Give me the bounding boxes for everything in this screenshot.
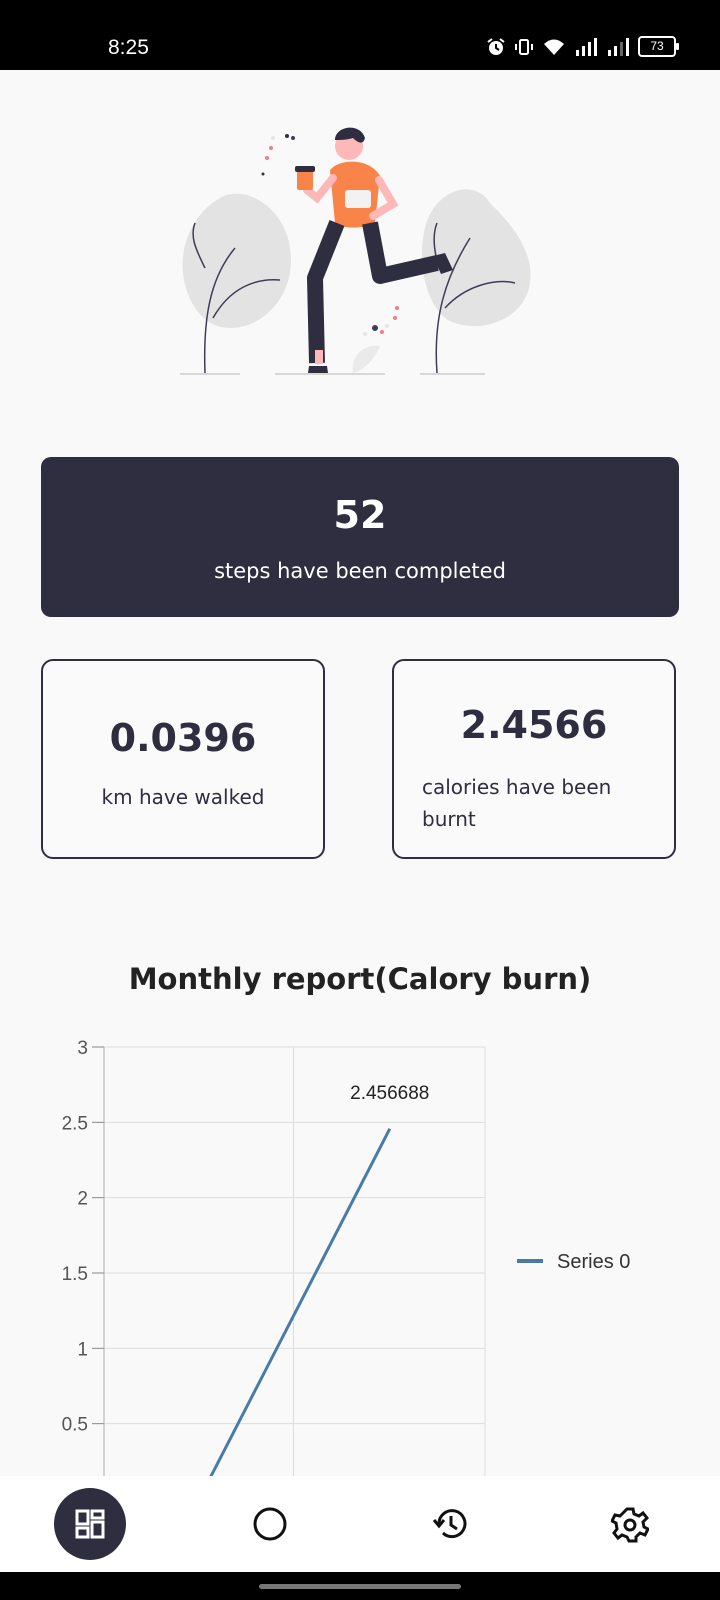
y-tick-label: 0.5: [62, 1415, 88, 1436]
status-bar: 8:25 73: [0, 0, 720, 70]
distance-card: 0.0396 km have walked: [41, 659, 325, 859]
y-tick-label: 3: [77, 1038, 88, 1059]
alarm-icon: [487, 37, 505, 55]
circle-icon: [253, 1507, 287, 1541]
signal-icon-2: [608, 37, 629, 56]
battery-icon: 73: [638, 36, 679, 57]
steps-card: 52 steps have been completed: [41, 457, 679, 617]
history-icon: [432, 1509, 467, 1539]
y-tick-label: 1: [77, 1339, 88, 1360]
signal-icon: [576, 37, 597, 56]
nav-circle[interactable]: [234, 1488, 306, 1560]
distance-value: 0.0396: [109, 716, 257, 760]
calories-card: 2.4566 calories have been burnt: [392, 659, 676, 859]
y-tick-label: 2: [77, 1189, 88, 1210]
y-tick-label: 1.5: [62, 1264, 88, 1285]
settings-icon: [611, 1507, 649, 1543]
runner-illustration: [180, 127, 531, 375]
nav-dashboard[interactable]: [54, 1488, 126, 1560]
distance-label: km have walked: [101, 785, 265, 809]
bottom-navigation: [0, 1476, 720, 1572]
calories-value: 2.4566: [460, 703, 608, 747]
nav-settings[interactable]: [594, 1488, 666, 1560]
status-time: 8:25: [108, 36, 149, 59]
gesture-bar: [0, 1572, 720, 1600]
nav-history[interactable]: [414, 1488, 486, 1560]
calorie-line-chart: 32.521.510.5002.456688Series 0: [62, 1038, 630, 1476]
wifi-icon: [544, 39, 564, 55]
steps-label: steps have been completed: [214, 559, 506, 583]
y-tick-label: 2.5: [62, 1113, 88, 1134]
legend-label: Series 0: [557, 1251, 630, 1273]
calories-label: calories have been burnt: [422, 775, 612, 831]
vibrate-icon: [515, 38, 533, 55]
steps-value: 52: [333, 493, 387, 537]
status-icons: 73: [486, 36, 679, 57]
chart-title: Monthly report(Calory burn): [128, 962, 592, 996]
data-label: 2.456688: [350, 1083, 429, 1104]
home-indicator[interactable]: [259, 1584, 461, 1589]
dashboard-icon: [75, 1509, 105, 1539]
